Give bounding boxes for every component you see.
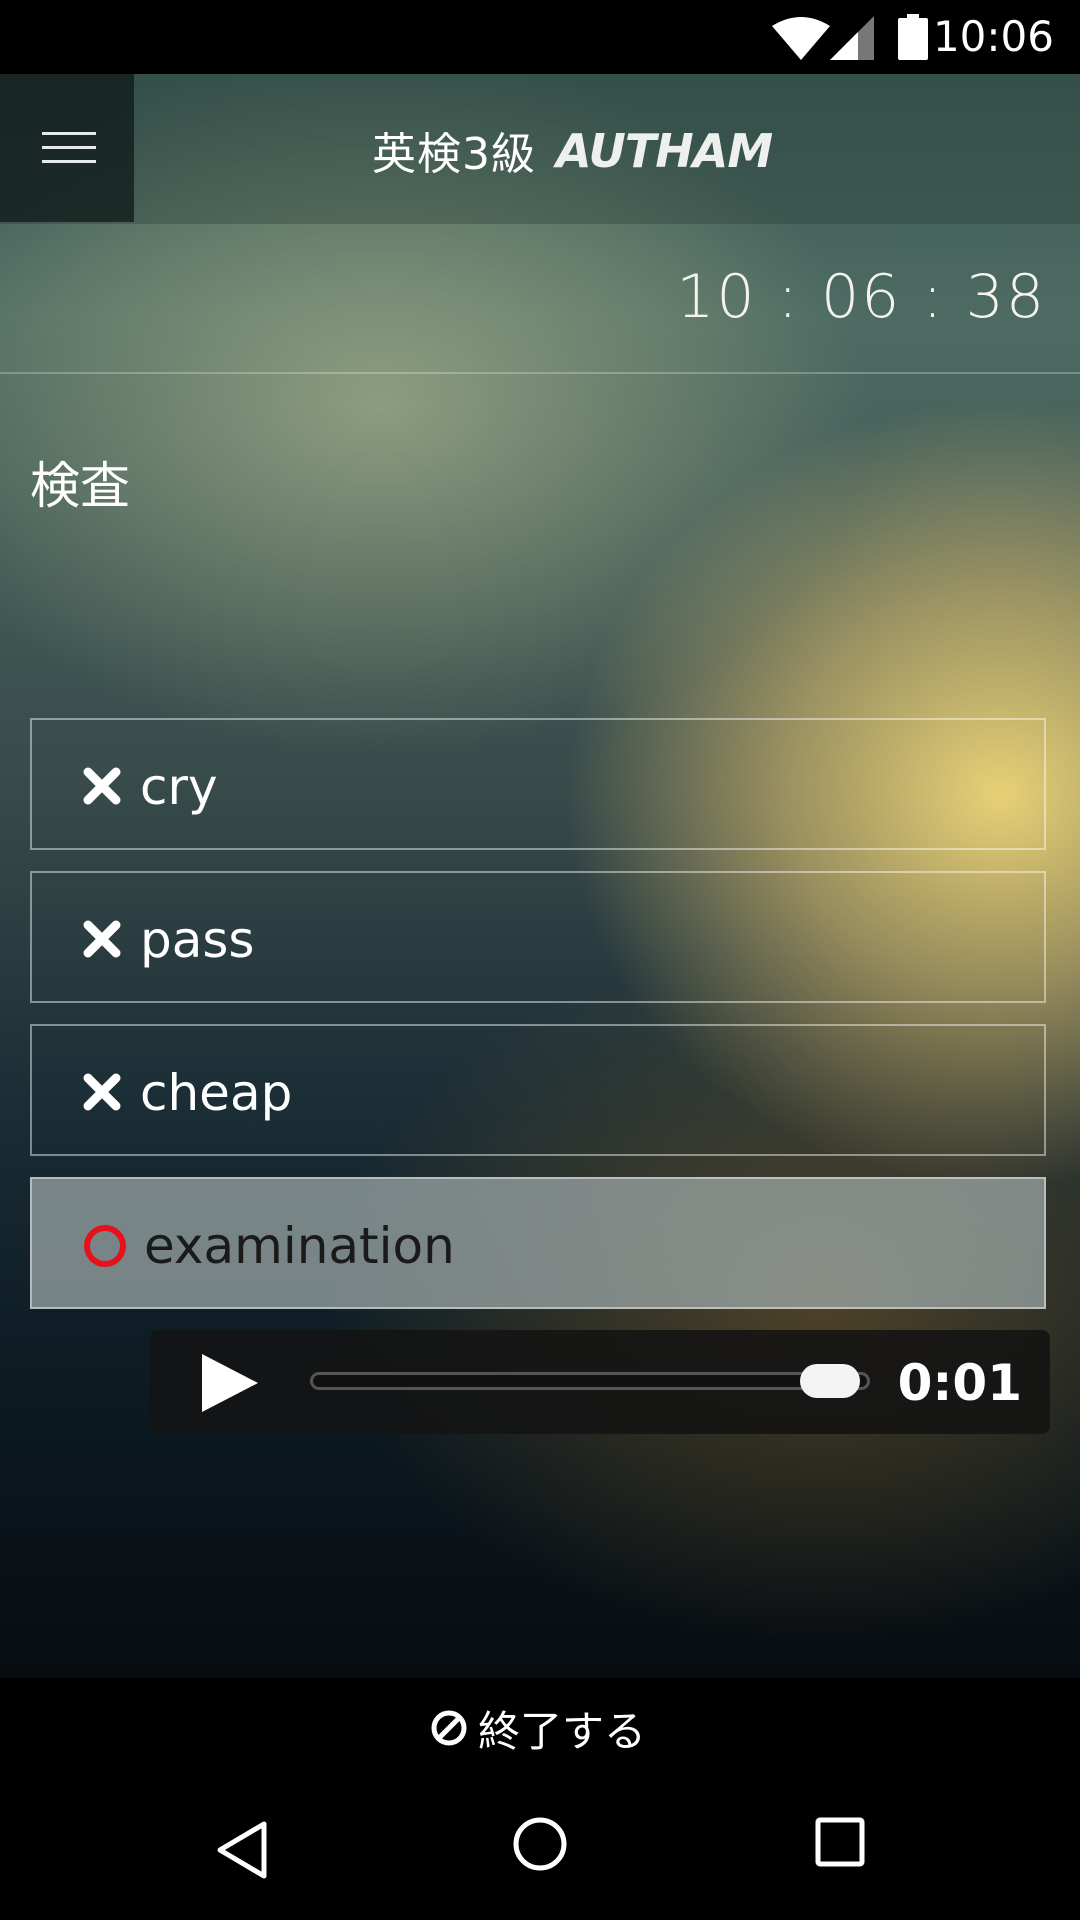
autham-logo: AUTHAM	[556, 124, 773, 178]
clock-display: 10 : 06 : 38	[676, 262, 1046, 332]
hamburger-menu-icon	[42, 132, 96, 135]
wifi-icon	[772, 17, 830, 60]
answer-option-pass[interactable]: pass	[30, 871, 1046, 1003]
cross-icon	[83, 920, 121, 958]
ban-icon	[431, 1710, 467, 1746]
quit-label: 終了する	[478, 1706, 647, 1756]
battery-icon	[898, 14, 928, 60]
audio-player: 0:01	[150, 1330, 1050, 1434]
app-title: 英検3級	[372, 129, 536, 180]
audio-seek-track[interactable]	[310, 1372, 870, 1390]
answer-option-examination[interactable]: examination	[30, 1177, 1046, 1309]
audio-seek-thumb[interactable]	[800, 1364, 860, 1398]
divider	[0, 372, 1080, 374]
back-icon[interactable]	[212, 1818, 272, 1882]
question-word: 検査	[30, 457, 130, 515]
home-icon[interactable]	[512, 1816, 568, 1872]
recent-apps-icon[interactable]	[814, 1816, 866, 1868]
audio-time: 0:01	[897, 1354, 1022, 1412]
answer-option-cry[interactable]: cry	[30, 718, 1046, 850]
play-icon[interactable]	[200, 1352, 260, 1414]
app-header: 英検3級 AUTHAM	[0, 74, 1080, 224]
circle-icon	[84, 1225, 126, 1267]
option-label: cheap	[140, 1064, 293, 1122]
option-label: pass	[140, 911, 255, 969]
status-time: 10:06	[932, 12, 1054, 61]
navigation-bar	[0, 1780, 1080, 1920]
cross-icon	[83, 767, 121, 805]
option-label: examination	[144, 1217, 455, 1275]
answer-option-cheap[interactable]: cheap	[30, 1024, 1046, 1156]
cross-icon	[83, 1073, 121, 1111]
menu-button[interactable]	[0, 74, 134, 222]
signal-icon	[830, 16, 874, 60]
status-bar: 10:06	[0, 0, 1080, 74]
option-label: cry	[140, 758, 218, 816]
quit-button[interactable]: 終了する	[430, 1700, 646, 1756]
